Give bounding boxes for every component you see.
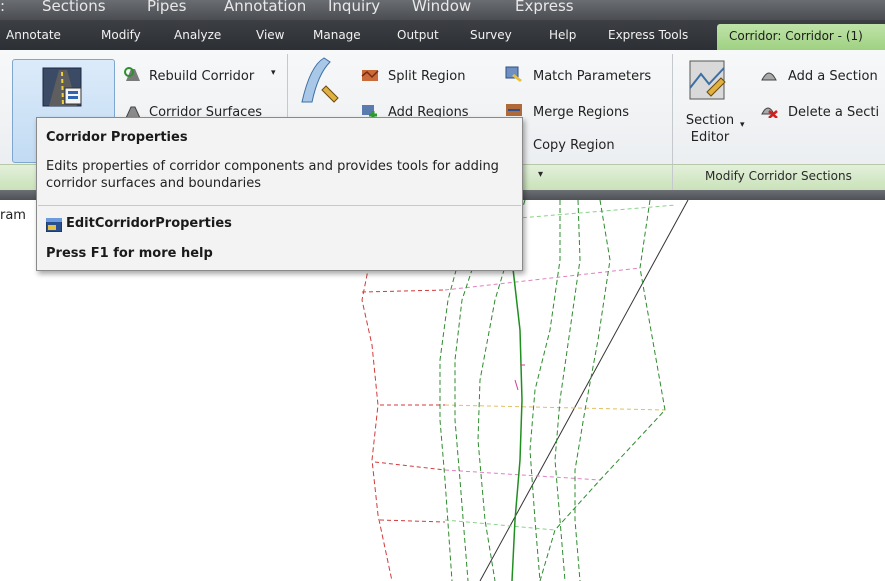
section-editor-button[interactable]: Section Editor — [684, 112, 736, 146]
delete-section-icon — [761, 107, 778, 118]
match-parameters-button[interactable]: Match Parameters — [533, 69, 651, 84]
delete-section-button[interactable]: Delete a Secti — [788, 105, 879, 120]
tab-view[interactable]: View — [256, 28, 284, 42]
menu-leading-glyph: : — [0, 0, 6, 15]
menu-item-sections[interactable]: Sections — [42, 0, 106, 16]
tab-manage[interactable]: Manage — [313, 28, 361, 42]
edit-section-icon — [301, 57, 339, 103]
group-expand-icon[interactable]: ▾ — [538, 169, 543, 180]
tooltip-command-name: EditCorridorProperties — [66, 216, 232, 231]
tab-express-tools[interactable]: Express Tools — [608, 28, 688, 42]
menu-item-annotation[interactable]: Annotation — [224, 0, 306, 16]
section-editor-icon — [689, 60, 726, 100]
tooltip-description: Edits properties of corridor components … — [46, 159, 499, 191]
tab-modify[interactable]: Modify — [101, 28, 141, 42]
merge-regions-icon — [506, 104, 522, 116]
palette-frame-label: ram — [0, 208, 26, 223]
tab-help[interactable]: Help — [549, 28, 576, 42]
rebuild-corridor-dropdown-icon[interactable]: ▾ — [271, 68, 276, 78]
merge-regions-button[interactable]: Merge Regions — [533, 105, 629, 120]
split-region-icon — [361, 70, 379, 81]
tab-survey[interactable]: Survey — [470, 28, 512, 42]
tooltip-divider — [38, 205, 521, 206]
match-parameters-icon — [505, 66, 522, 82]
corridor-properties-icon — [42, 67, 82, 107]
menu-item-pipes[interactable]: Pipes — [147, 0, 186, 16]
copy-region-button[interactable]: Copy Region — [533, 138, 615, 153]
split-region-button[interactable]: Split Region — [388, 69, 465, 84]
menu-item-inquiry[interactable]: Inquiry — [328, 0, 380, 16]
tooltip-help-hint: Press F1 for more help — [46, 246, 213, 261]
tab-output[interactable]: Output — [397, 28, 439, 42]
ribbon-separator — [672, 165, 673, 191]
tab-corridor-contextual[interactable]: Corridor: Corridor - (1) — [717, 24, 885, 50]
command-icon — [46, 218, 62, 232]
add-section-button[interactable]: Add a Section — [788, 69, 878, 84]
tooltip-title: Corridor Properties — [46, 130, 188, 145]
menu-item-express[interactable]: Express — [515, 0, 574, 16]
rebuild-corridor-button[interactable]: Rebuild Corridor — [149, 69, 254, 84]
tab-analyze[interactable]: Analyze — [174, 28, 221, 42]
rebuild-corridor-icon — [124, 67, 140, 81]
section-editor-dropdown-icon[interactable]: ▾ — [740, 120, 745, 130]
corridor-properties-tooltip: Corridor Properties Edits properties of … — [36, 117, 523, 271]
menu-item-window[interactable]: Window — [412, 0, 471, 16]
group-label-modify-corridor-sections: Modify Corridor Sections — [705, 169, 852, 183]
tab-annotate[interactable]: Annotate — [6, 28, 61, 42]
menu-bar: : Sections Pipes Annotation Inquiry Wind… — [0, 0, 885, 20]
ribbon-tab-bar: Annotate Modify Analyze View Manage Outp… — [0, 20, 885, 50]
add-section-icon — [761, 72, 777, 81]
